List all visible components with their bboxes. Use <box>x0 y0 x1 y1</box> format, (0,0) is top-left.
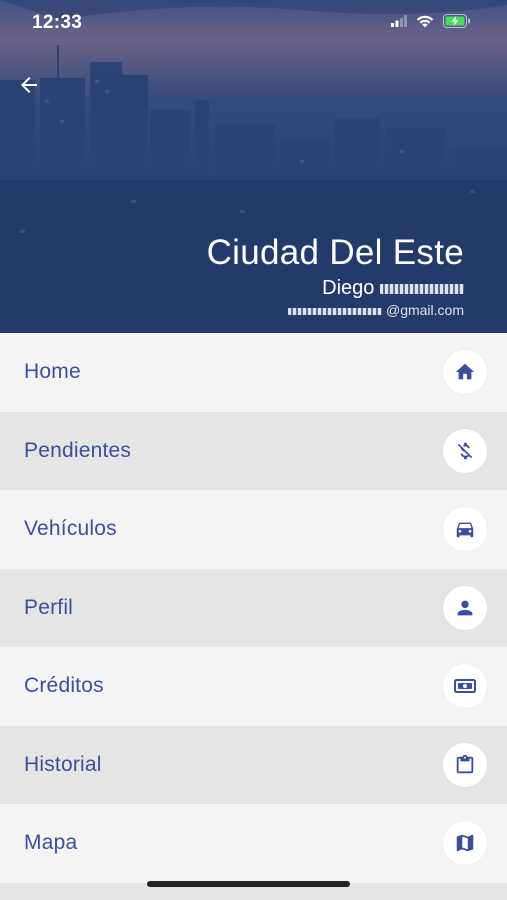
drawer-menu: Home Pendientes Vehículos Perfil Crédito… <box>0 333 507 900</box>
menu-icon-badge <box>443 585 487 630</box>
map-icon <box>456 835 474 852</box>
menu-item-label: Mapa <box>24 831 78 855</box>
drawer-header: 12:33 Ciudad Del Este Diego @gmail.com <box>0 0 507 333</box>
battery-charging-icon <box>443 14 470 28</box>
user-email: @gmail.com <box>288 302 464 318</box>
menu-icon-badge <box>443 428 487 473</box>
menu-item-historial[interactable]: Historial <box>0 725 507 804</box>
status-bar: 12:33 <box>0 0 507 48</box>
money-off-icon <box>457 442 473 459</box>
redacted-last-name <box>380 283 464 294</box>
clipboard-icon <box>456 754 474 773</box>
back-button[interactable] <box>14 70 44 100</box>
city-title: Ciudad Del Este <box>206 233 464 272</box>
menu-icon-badge <box>443 821 487 866</box>
menu-icon-badge <box>443 742 487 787</box>
menu-item-perfil[interactable]: Perfil <box>0 568 507 647</box>
menu-item-vehiculos[interactable]: Vehículos <box>0 490 507 569</box>
menu-item-mapa[interactable]: Mapa <box>0 804 507 883</box>
menu-item-label: Créditos <box>24 674 104 698</box>
signal-icon <box>391 15 407 27</box>
menu-item-label: Pendientes <box>24 438 132 462</box>
menu-icon-badge <box>443 507 487 552</box>
menu-item-creditos[interactable]: Créditos <box>0 647 507 726</box>
status-time: 12:33 <box>32 12 83 33</box>
back-arrow-icon <box>21 77 37 93</box>
status-icons <box>391 14 471 28</box>
email-domain: @gmail.com <box>385 302 464 318</box>
home-indicator <box>147 881 350 887</box>
home-icon <box>455 364 475 380</box>
menu-item-label: Perfil <box>24 595 74 619</box>
redacted-email-local <box>288 307 383 315</box>
menu-item-label: Home <box>24 360 81 384</box>
user-first-name: Diego <box>322 277 375 299</box>
person-icon <box>457 600 473 616</box>
menu-item-label: Vehículos <box>24 517 117 541</box>
menu-item-label: Historial <box>24 752 102 776</box>
cash-icon <box>454 679 476 694</box>
menu-item-pendientes[interactable]: Pendientes <box>0 411 507 490</box>
menu-icon-badge <box>443 664 487 709</box>
wifi-icon <box>416 15 434 27</box>
menu-item-home[interactable]: Home <box>0 333 507 412</box>
user-name: Diego <box>322 277 464 300</box>
menu-icon-badge <box>443 350 487 395</box>
car-icon <box>456 522 474 538</box>
